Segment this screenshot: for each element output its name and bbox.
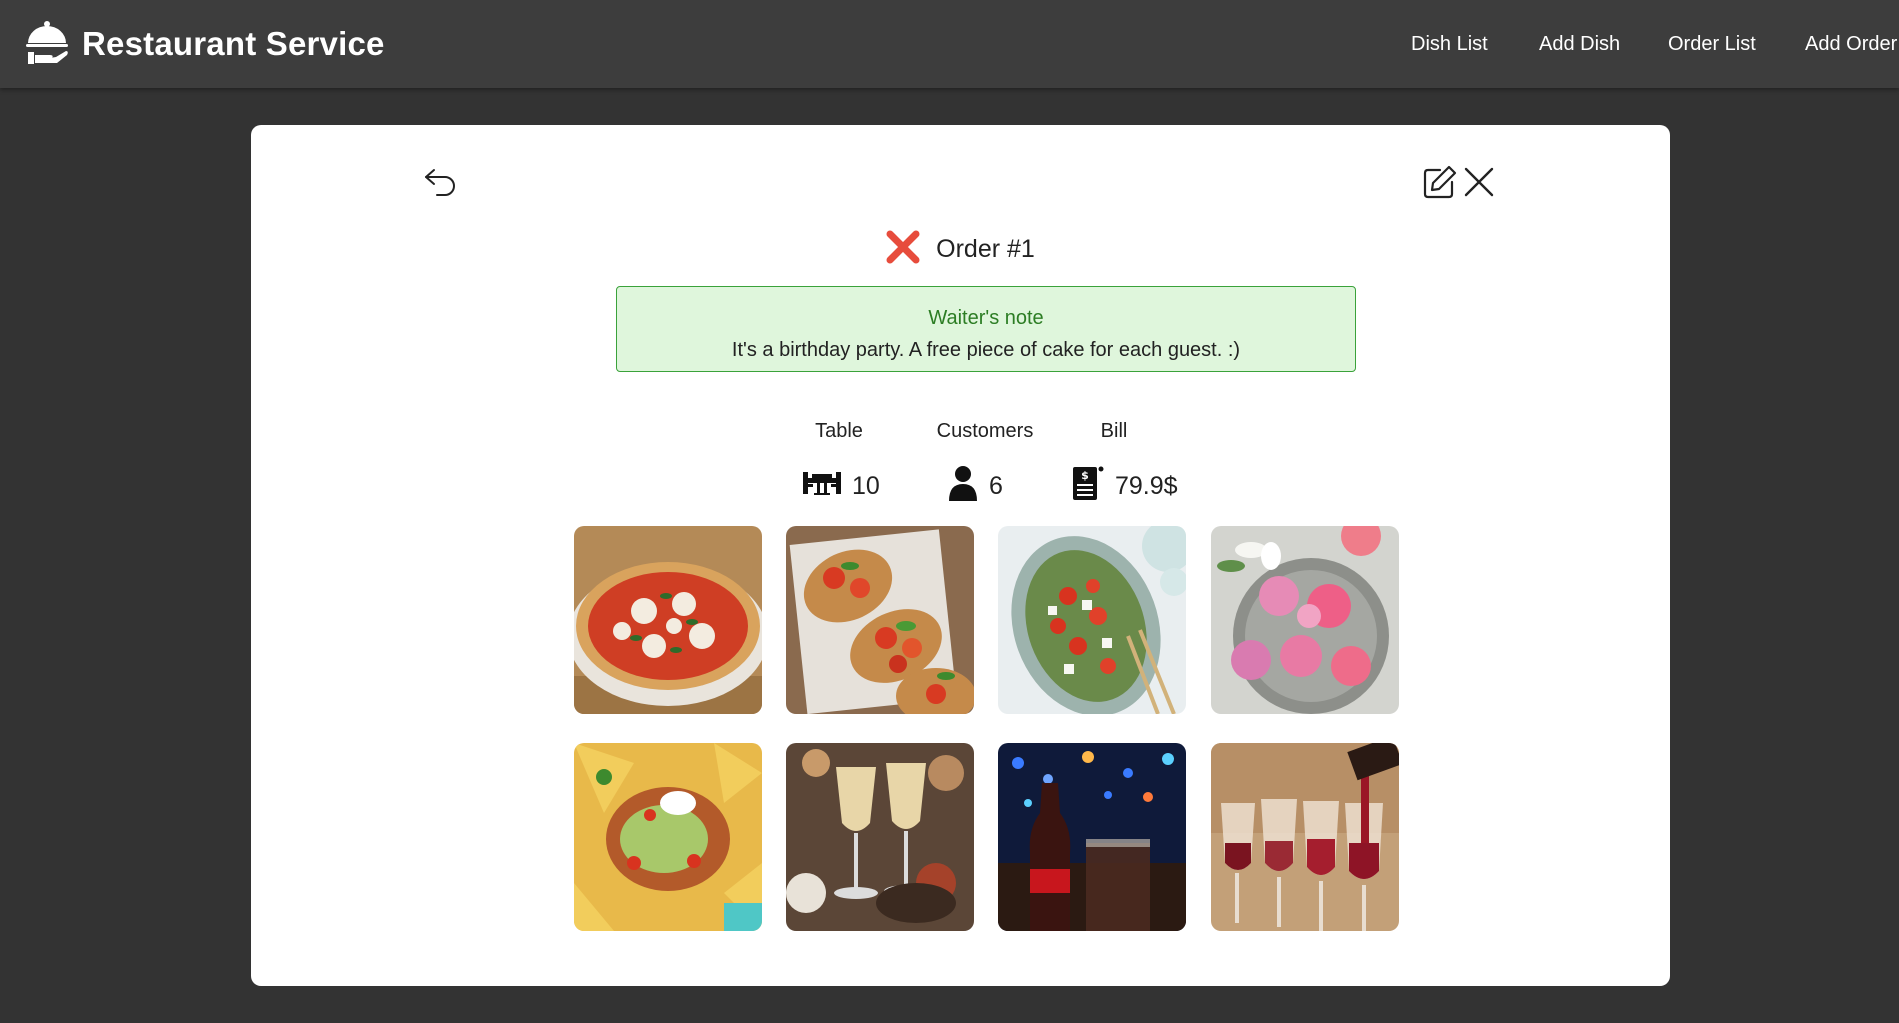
note-text: It's a birthday party. A free piece of c…	[731, 339, 1241, 361]
svg-text:$: $	[1081, 469, 1089, 482]
order-header: Order #1	[251, 227, 1670, 271]
nav-order-list[interactable]: Order List	[1668, 30, 1756, 58]
top-navbar: Restaurant Service Dish List Add Dish Or…	[0, 0, 1899, 88]
dish-image-cola[interactable]	[998, 743, 1186, 931]
person-icon	[947, 464, 989, 509]
customers-count: 6	[989, 471, 1003, 500]
bill-amount: 79.9$	[1115, 471, 1178, 500]
order-detail-card: Order #1 Waiter's note It's a birthday p…	[251, 125, 1670, 986]
cloche-serving-icon	[24, 19, 70, 70]
bill-label: Bill	[1100, 420, 1128, 442]
customers-stat: 6	[947, 464, 1003, 508]
table-stat: 10	[802, 464, 880, 508]
nav-add-dish[interactable]: Add Dish	[1539, 30, 1620, 58]
receipt-icon: $	[1071, 464, 1115, 509]
nav-dish-list[interactable]: Dish List	[1411, 30, 1488, 58]
dish-image-red-wine[interactable]	[1211, 743, 1399, 931]
dish-image-macarons[interactable]	[1211, 526, 1399, 714]
edit-icon[interactable]	[1422, 164, 1458, 205]
dining-table-icon	[802, 468, 852, 505]
table-label: Table	[815, 420, 863, 442]
dish-image-greek-salad[interactable]	[998, 526, 1186, 714]
note-title: Waiter's note	[928, 307, 1044, 329]
dish-image-bruschetta[interactable]	[786, 526, 974, 714]
dish-image-champagne[interactable]	[786, 743, 974, 931]
waiters-note: Waiter's note It's a birthday party. A f…	[616, 286, 1356, 372]
customers-label: Customers	[936, 420, 1034, 442]
brand-title: Restaurant Service	[82, 25, 385, 62]
order-title: Order #1	[936, 234, 1035, 263]
brand[interactable]: Restaurant Service	[24, 20, 385, 68]
dish-image-pizza[interactable]	[574, 526, 762, 714]
x-mark-icon	[886, 230, 920, 269]
bill-stat: $ 79.9$	[1071, 464, 1178, 508]
nav-add-order[interactable]: Add Order	[1805, 30, 1897, 58]
dish-image-nachos[interactable]	[574, 743, 762, 931]
table-number: 10	[852, 471, 880, 500]
close-icon[interactable]	[1463, 166, 1495, 203]
back-arrow-icon[interactable]	[423, 165, 459, 204]
